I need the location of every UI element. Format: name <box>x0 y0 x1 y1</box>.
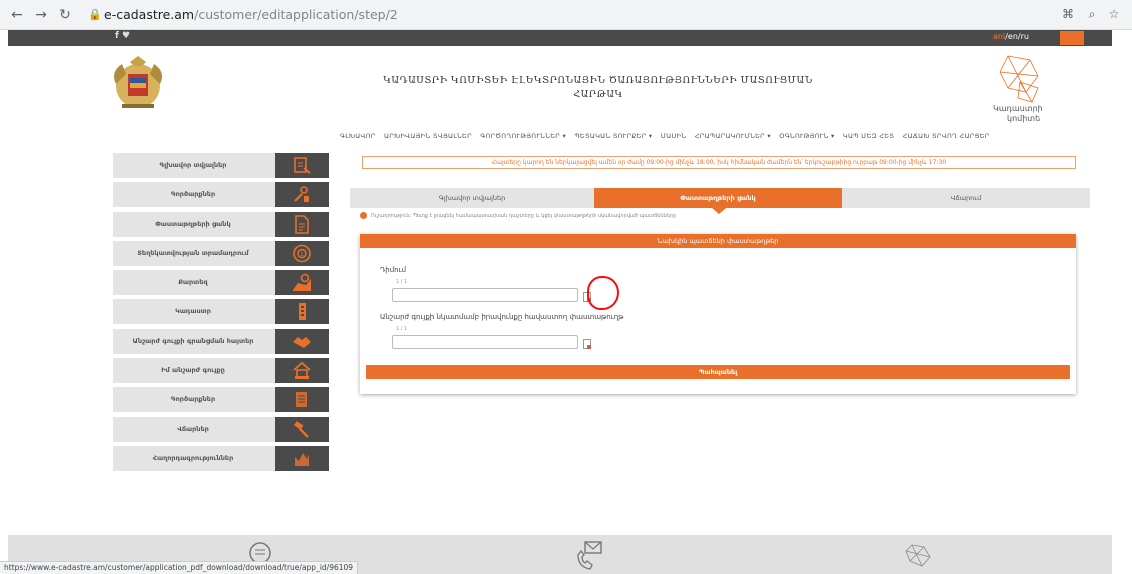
logo-caption: Կադաստրի կոմիտե <box>993 104 1043 123</box>
house-icon <box>275 358 329 384</box>
field-application-counter: 1 / 1 <box>396 279 408 285</box>
reload-icon[interactable]: ↻ <box>56 6 74 24</box>
graph-icon <box>275 445 329 471</box>
contact-mail-icon[interactable] <box>576 541 604 571</box>
bookmark-star-icon[interactable]: ☆ <box>1106 6 1122 22</box>
sidebar-item-label: Գործարքներ <box>170 190 216 199</box>
svg-text:1: 1 <box>300 251 304 258</box>
nav-item[interactable]: ԳԼԽԱՎՈՐ <box>340 132 376 140</box>
tab-payment[interactable]: Վճարում <box>842 188 1090 208</box>
tab-main-data[interactable]: Գլխավոր տվյալներ <box>350 188 594 208</box>
upload-file-icon[interactable] <box>582 339 592 351</box>
site-title: ԿԱԴԱՍՏՐԻ ԿՈՄԻՏԵԻ ԷԼԵԿՏՐՈՆԱՅԻՆ ԾԱՌԱՅՈՒԹՅՈ… <box>383 75 813 100</box>
language-switch[interactable]: ani/en/ru <box>993 32 1029 41</box>
dial-icon: 1 <box>275 240 329 266</box>
field-ownership-label: Անշարժ գույքի նկատմամբ իրավունքը հավաստո… <box>380 313 624 321</box>
sidebar: Գլխավոր տվյալներ Գործարքներ Փաստաթղթերի … <box>113 153 329 475</box>
nav-item[interactable]: ԿԱՊ ՄԵԶ ՀԵՏ <box>843 132 894 140</box>
handshake-icon <box>275 328 329 354</box>
forward-icon[interactable]: → <box>32 6 50 24</box>
sidebar-item-registration-requests[interactable]: Անշարժ գույքի գրանցման հայտեր <box>113 328 329 354</box>
nav-item[interactable]: ԱՐԽԻՎԱՅԻՆ ՏՎՅԱԼՆԵՐ <box>384 132 472 140</box>
nav-item[interactable]: ՕԳՆՈՒԹՅՈՒՆ ▾ <box>779 132 834 140</box>
sidebar-item-map[interactable]: Քարտեզ <box>113 270 329 296</box>
folder-icon <box>275 387 329 413</box>
nav-item[interactable]: ԳՈՐԾՈՂՈՒԹՅՈՒՆՆԵՐ ▾ <box>480 132 566 140</box>
sidebar-item-my-property[interactable]: Իմ անշարժ գույքը <box>113 358 329 384</box>
documents-form: Նախկին պատճենի փաստաթղթեր Դիմում 1 / 1 Ա… <box>360 234 1076 394</box>
tools-icon <box>275 182 329 208</box>
building-icon <box>275 299 329 325</box>
flag-icon[interactable] <box>1060 31 1084 45</box>
map-icon <box>275 270 329 296</box>
info-icon <box>360 212 367 219</box>
browser-status-url: https://www.e-cadastre.am/customer/appli… <box>0 561 359 574</box>
url-host: e-cadastre.am <box>104 7 195 22</box>
sidebar-item-label: Հաղորդագրություններ <box>152 453 234 462</box>
sidebar-item-label: Քարտեզ <box>178 278 208 287</box>
field-ownership-counter: 1 / 1 <box>396 326 408 332</box>
step-tabs: Գլխավոր տվյալներ Փաստաթղթերի ցանկ Վճարու… <box>350 188 1090 208</box>
sidebar-item-main-data[interactable]: Գլխավոր տվյալներ <box>113 153 329 178</box>
sidebar-item-label: Գործարքներ <box>170 395 216 404</box>
network-logo-icon[interactable] <box>902 541 934 569</box>
nav-item[interactable]: ՄԱՍԻՆ <box>661 132 687 140</box>
sidebar-item-documents[interactable]: Փաստաթղթերի ցանկ <box>113 211 329 237</box>
file-icon <box>275 211 329 237</box>
sidebar-item-label: Տեղեկատվության տրամադրում <box>137 248 249 257</box>
social-icons[interactable]: f ♥ <box>115 31 130 41</box>
top-strip: f ♥ ani/en/ru <box>8 30 1112 46</box>
coat-of-arms-icon[interactable] <box>108 54 168 112</box>
sidebar-item-label: Անշարժ գույքի գրանցման հայտեր <box>132 336 254 345</box>
sidebar-item-label: Կադաստր <box>175 307 211 316</box>
info-message: Ուշադրություն: Պետք է լրացնել համապատասխ… <box>360 212 960 222</box>
sidebar-item-transactions[interactable]: Գործարքներ <box>113 182 329 208</box>
sidebar-item-label: Վճարներ <box>177 424 209 433</box>
nav-item[interactable]: ՀՐԱՊԱՐԱԿՈՒՄՆԵՐ ▾ <box>695 132 771 140</box>
browser-toolbar: ← → ↻ 🔒 e-cadastre.am/customer/editappli… <box>0 0 1132 30</box>
lock-icon: 🔒 <box>88 8 102 21</box>
main-nav: ԳԼԽԱՎՈՐ ԱՐԽԻՎԱՅԻՆ ՏՎՅԱԼՆԵՐ ԳՈՐԾՈՂՈՒԹՅՈՒՆ… <box>340 132 989 146</box>
hammer-icon <box>275 416 329 442</box>
application-file-input[interactable] <box>392 288 578 302</box>
sidebar-item-label: Գլխավոր տվյալներ <box>159 161 227 169</box>
address-bar[interactable]: 🔒 e-cadastre.am/customer/editapplication… <box>88 4 1048 26</box>
site-header: ԿԱԴԱՍՏՐԻ ԿՈՄԻՏԵԻ ԷԼԵԿՏՐՈՆԱՅԻՆ ԾԱՌԱՅՈՒԹՅՈ… <box>8 46 1112 124</box>
sidebar-item-cadastre[interactable]: Կադաստր <box>113 299 329 325</box>
tab-documents[interactable]: Փաստաթղթերի ցանկ <box>594 188 842 208</box>
translate-icon[interactable]: ⌘ <box>1060 6 1076 22</box>
ownership-file-input[interactable] <box>392 335 578 349</box>
sidebar-item-deals[interactable]: Գործարքներ <box>113 387 329 413</box>
zoom-icon[interactable]: ⌕ <box>1084 6 1100 22</box>
nav-item[interactable]: ՀԱՃԱԽ ՏՐՎՈՂ ՀԱՐՑԵՐ <box>903 132 990 140</box>
sidebar-item-information[interactable]: Տեղեկատվության տրամադրում 1 <box>113 240 329 266</box>
sidebar-item-payments[interactable]: Վճարներ <box>113 416 329 442</box>
form-title: Նախկին պատճենի փաստաթղթեր <box>360 234 1076 248</box>
working-hours-notice: Հայտերը կարող են ներկայացվել ամեն օր ժամ… <box>362 156 1076 169</box>
field-application-label: Դիմում <box>380 266 407 274</box>
save-button[interactable]: Պահպանել <box>366 365 1070 379</box>
sidebar-item-label: Իմ անշարժ գույքը <box>161 366 225 375</box>
document-icon <box>275 153 329 178</box>
nav-item[interactable]: ՊԵՏԱԿԱՆ ՏՈՒՐՔԵՐ ▾ <box>574 132 652 140</box>
back-icon[interactable]: ← <box>8 6 26 24</box>
sidebar-item-label: Փաստաթղթերի ցանկ <box>155 219 231 228</box>
sidebar-item-messages[interactable]: Հաղորդագրություններ <box>113 445 329 471</box>
url-path: /customer/editapplication/step/2 <box>194 7 398 22</box>
